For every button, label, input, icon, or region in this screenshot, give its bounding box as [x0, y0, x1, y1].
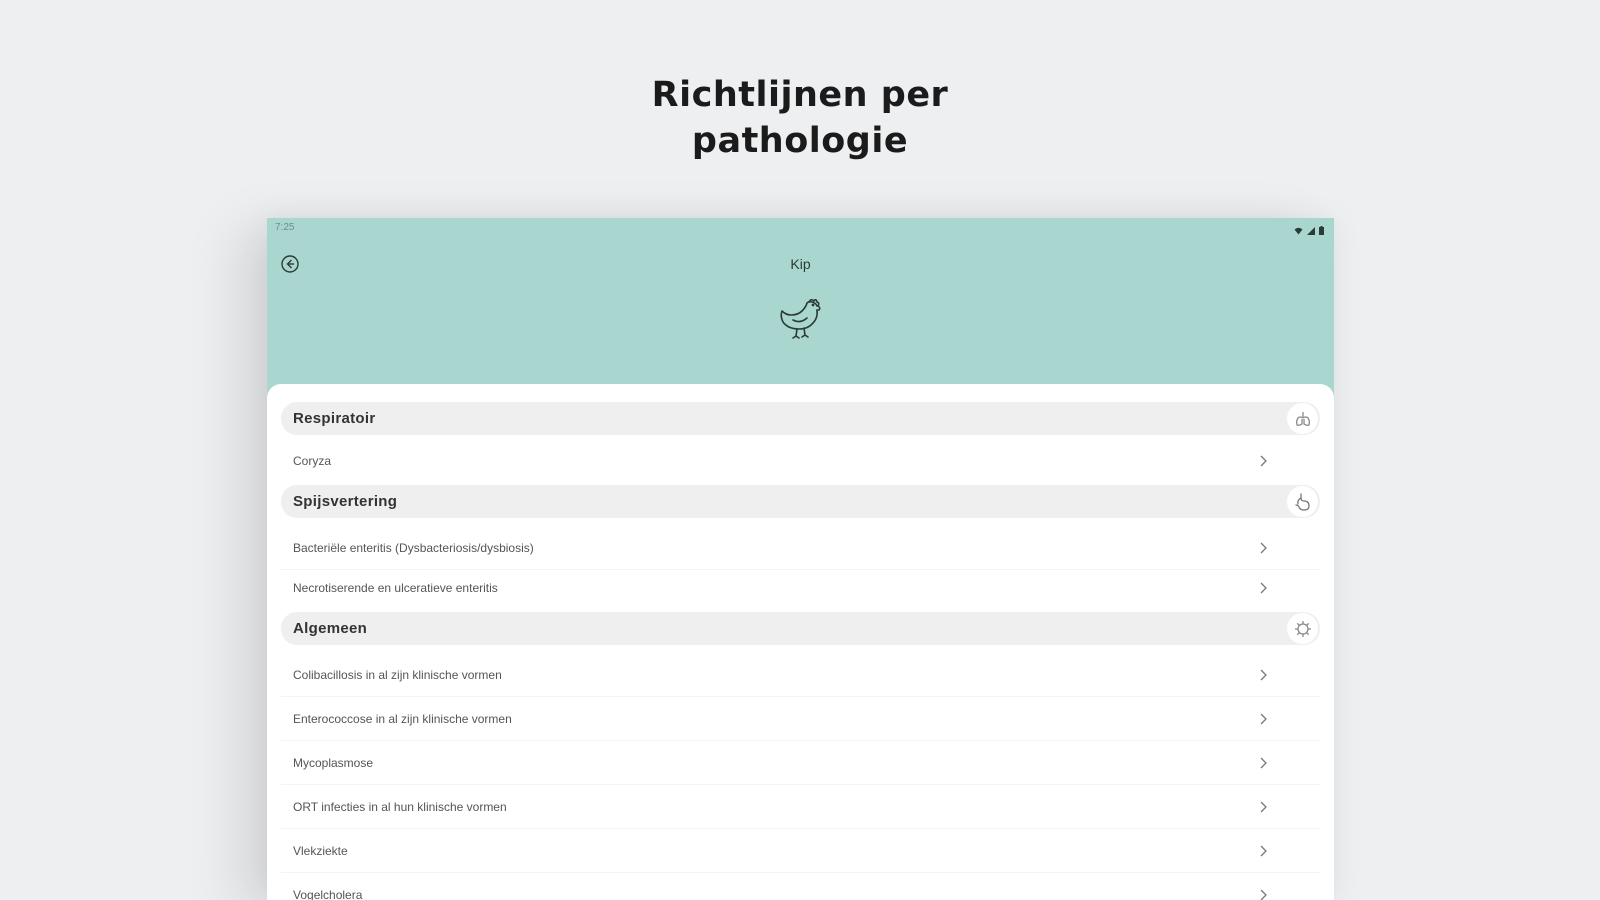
- chevron-right-icon: [1260, 757, 1267, 768]
- list-item-ort-infecties[interactable]: ORT infecties in al hun klinische vormen: [281, 785, 1320, 829]
- chevron-right-icon: [1260, 669, 1267, 680]
- list-item-coryza[interactable]: Coryza: [281, 443, 1320, 479]
- list-item-label: Mycoplasmose: [293, 755, 374, 770]
- app-title: Kip: [790, 256, 811, 272]
- headline-line-1: Richtlijnen per: [651, 75, 949, 115]
- list-item-bacteriele-enteritis[interactable]: Bacteriële enteritis (Dysbacteriosis/dys…: [281, 526, 1320, 570]
- list-item-mycoplasmose[interactable]: Mycoplasmose: [281, 741, 1320, 785]
- chicken-icon: [780, 298, 821, 339]
- chevron-right-icon: [1260, 542, 1267, 553]
- guideline-list: Respiratoir Coryza Spijsvertering Bacter…: [267, 384, 1334, 900]
- headline-line-2: pathologie: [691, 121, 909, 161]
- list-item-label: Vlekziekte: [293, 843, 348, 858]
- chevron-right-icon: [1260, 713, 1267, 724]
- section-title: Respiratoir: [293, 410, 376, 427]
- wifi-icon: [1294, 222, 1303, 240]
- list-item-label: Vogelcholera: [293, 887, 363, 900]
- chevron-right-icon: [1260, 889, 1267, 900]
- chevron-right-icon: [1260, 455, 1267, 467]
- stomach-icon: [1287, 486, 1318, 517]
- status-icons: [1294, 222, 1324, 240]
- list-item-vlekziekte[interactable]: Vlekziekte: [281, 829, 1320, 873]
- headline: Richtlijnen per pathologie: [0, 72, 1600, 164]
- list-item-vogelcholera[interactable]: Vogelcholera: [281, 873, 1320, 900]
- chevron-right-icon: [1260, 845, 1267, 856]
- section-header-respiratoir: Respiratoir: [281, 402, 1320, 435]
- signal-icon: [1307, 222, 1315, 240]
- list-item-enterococcose[interactable]: Enterococcose in al zijn klinische vorme…: [281, 697, 1320, 741]
- list-item-label: Bacteriële enteritis (Dysbacteriosis/dys…: [293, 540, 534, 555]
- chevron-right-icon: [1260, 582, 1267, 594]
- virus-icon: [1287, 613, 1318, 644]
- list-item-label: Colibacillosis in al zijn klinische vorm…: [293, 667, 502, 682]
- device-screen: 7:25 Kip Respiratoir Coryza Spijsverteri…: [267, 218, 1334, 900]
- chevron-right-icon: [1260, 801, 1267, 812]
- lungs-icon: [1287, 403, 1318, 434]
- list-item-label: Necrotiserende en ulceratieve enteritis: [293, 581, 498, 595]
- section-title: Algemeen: [293, 620, 368, 637]
- app-header: 7:25 Kip: [267, 218, 1334, 398]
- list-item-colibacillosis[interactable]: Colibacillosis in al zijn klinische vorm…: [281, 653, 1320, 697]
- list-item-necrotiserende-enteritis[interactable]: Necrotiserende en ulceratieve enteritis: [281, 570, 1320, 606]
- status-bar: 7:25: [267, 218, 1334, 238]
- list-item-label: Coryza: [293, 454, 332, 468]
- list-item-label: Enterococcose in al zijn klinische vorme…: [293, 711, 512, 726]
- section-header-algemeen: Algemeen: [281, 612, 1320, 645]
- list-item-label: ORT infecties in al hun klinische vormen: [293, 799, 507, 814]
- section-header-spijsvertering: Spijsvertering: [281, 485, 1320, 518]
- section-title: Spijsvertering: [293, 493, 398, 510]
- status-time: 7:25: [275, 222, 295, 233]
- battery-icon: [1319, 222, 1324, 240]
